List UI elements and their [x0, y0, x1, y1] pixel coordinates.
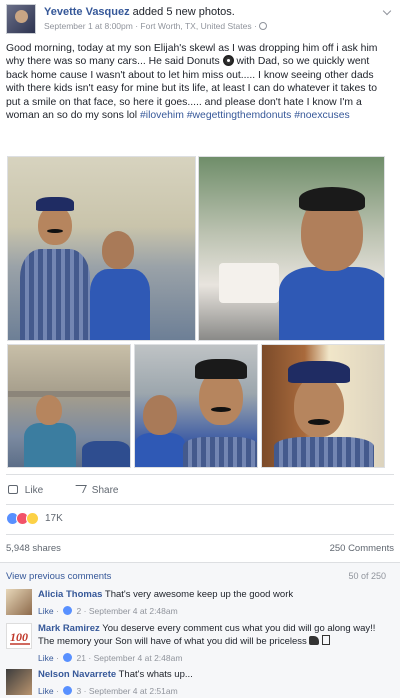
post-action: added 5 new photos.	[132, 6, 235, 18]
reaction-count: 17K	[45, 513, 63, 524]
svg-text:100: 100	[10, 630, 28, 644]
share-button[interactable]: Share	[72, 485, 119, 496]
comment-like-link[interactable]: Like	[38, 606, 54, 616]
comment-meta: Like · 21 · September 4 at 2:48am	[38, 653, 183, 663]
post-date[interactable]: September 1 at 8:00pm	[44, 21, 133, 31]
comment-meta: Like · 3 · September 4 at 2:51am	[38, 686, 178, 696]
reaction-summary[interactable]: 17K	[6, 510, 394, 528]
view-previous-comments-link[interactable]: View previous comments	[6, 571, 111, 582]
divider	[6, 474, 394, 475]
like-reaction-icon	[63, 653, 73, 662]
commenter-avatar[interactable]	[6, 589, 32, 615]
comment-body: Alicia Thomas That's very awesome keep u…	[38, 589, 388, 617]
comment-body: Mark Ramirez You deserve every comment c…	[38, 623, 388, 664]
post-header: Yevette Vasquez added 5 new photos. Sept…	[6, 4, 394, 34]
comment-reaction-count: 2	[76, 606, 82, 616]
divider	[6, 534, 394, 535]
comment-time[interactable]: September 4 at 2:51am	[89, 686, 178, 696]
comment-item: 100 Mark Ramirez You deserve every comme…	[6, 623, 394, 667]
photo-dad-and-son[interactable]	[7, 156, 196, 341]
commenter-name[interactable]: Mark Ramirez	[38, 623, 100, 634]
comment-page-count: 50 of 250	[348, 571, 386, 581]
like-reaction-icon	[63, 606, 73, 615]
photo-cafeteria[interactable]	[7, 344, 131, 468]
comment-time[interactable]: September 4 at 2:48am	[94, 653, 183, 663]
haha-reaction-icon	[26, 512, 39, 525]
like-label: Like	[24, 485, 44, 496]
commenter-name[interactable]: Nelson Navarrete	[38, 669, 116, 680]
comments-section: View previous comments 50 of 250 Alicia …	[0, 562, 400, 698]
post-hashtags[interactable]: #ilovehim #wegettingthemdonuts #noexcuse…	[140, 110, 350, 121]
comment-reaction-count: 21	[76, 653, 87, 663]
comments-count[interactable]: 250 Comments	[330, 543, 394, 554]
post-text: Good morning, today at my son Elijah's s…	[6, 42, 394, 122]
comment-item: Alicia Thomas That's very awesome keep u…	[6, 589, 394, 621]
comment-text: That's very awesome keep up the good wor…	[104, 589, 294, 600]
share-label: Share	[91, 485, 119, 496]
comment-item: Nelson Navarrete That's whats up... Like…	[6, 669, 394, 698]
comment-text: That's whats up...	[118, 669, 193, 680]
comment-like-link[interactable]: Like	[38, 653, 54, 663]
share-arrow-icon	[72, 485, 87, 493]
post-card: Yevette Vasquez added 5 new photos. Sept…	[0, 0, 400, 698]
comment-meta: Like · 2 · September 4 at 2:48am	[38, 606, 178, 616]
commenter-avatar[interactable]	[6, 669, 32, 695]
pointing-hand-emoji-icon	[309, 636, 320, 645]
author-avatar[interactable]	[6, 4, 36, 34]
donut-emoji-icon	[222, 55, 234, 67]
like-button[interactable]: Like	[8, 485, 43, 496]
engagement-counts: 5,948 shares 250 Comments	[6, 543, 394, 554]
thumbs-up-icon	[8, 485, 18, 494]
comment-time[interactable]: September 4 at 2:48am	[89, 606, 178, 616]
commenter-name[interactable]: Alicia Thomas	[38, 589, 102, 600]
post-actions: Like Share	[6, 481, 394, 501]
unknown-glyph-icon	[322, 635, 331, 645]
photo-car-selfie[interactable]	[134, 344, 258, 468]
post-location[interactable]: Fort Worth, TX, United States	[140, 21, 251, 31]
comment-body: Nelson Navarrete That's whats up... Like…	[38, 669, 388, 697]
comment-like-link[interactable]: Like	[38, 686, 54, 696]
photo-son-selfie[interactable]	[198, 156, 385, 341]
photo-library-selfie[interactable]	[261, 344, 385, 468]
chevron-down-icon[interactable]	[382, 8, 392, 18]
globe-icon	[259, 22, 268, 30]
author-name[interactable]: Yevette Vasquez	[44, 6, 130, 18]
comment-reaction-count: 3	[76, 686, 82, 696]
like-reaction-icon	[63, 686, 73, 695]
author-line: Yevette Vasquez added 5 new photos.	[44, 6, 235, 18]
post-meta: September 1 at 8:00pm · Fort Worth, TX, …	[44, 21, 268, 31]
shares-count[interactable]: 5,948 shares	[6, 543, 61, 554]
commenter-avatar[interactable]: 100	[6, 623, 32, 649]
divider	[6, 504, 394, 505]
